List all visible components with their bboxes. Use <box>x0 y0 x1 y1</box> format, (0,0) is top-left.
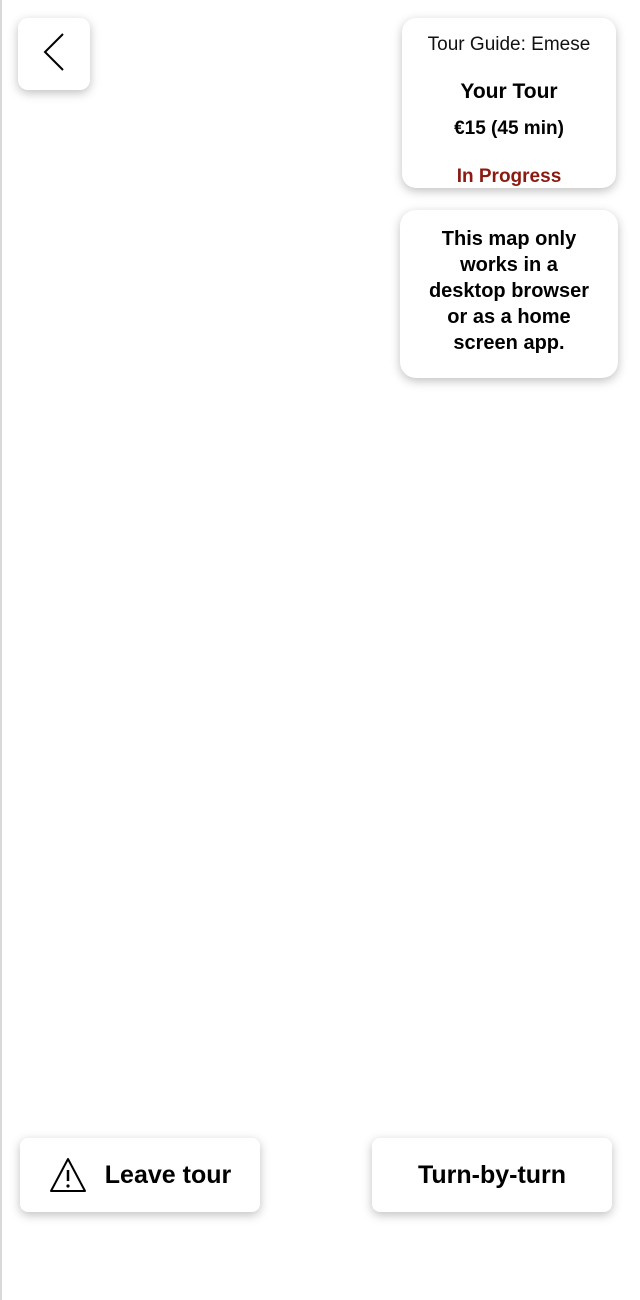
leave-tour-label: Leave tour <box>104 1160 232 1189</box>
notice-line: This map only <box>441 228 577 250</box>
turn-by-turn-button[interactable]: Turn-by-turn <box>372 1138 612 1212</box>
tour-title: Your Tour <box>460 80 558 103</box>
back-button[interactable] <box>18 18 90 90</box>
turn-by-turn-label: Turn-by-turn <box>417 1160 567 1189</box>
tour-price: €15 (45 min) <box>454 118 564 139</box>
notice-line: screen app. <box>453 332 565 354</box>
tour-guide-label: Tour Guide: Emese <box>427 34 591 55</box>
left-edge-divider <box>0 0 2 1300</box>
notice-line: desktop browser <box>428 280 590 302</box>
leave-tour-button[interactable]: Leave tour <box>20 1138 260 1212</box>
chevron-left-icon <box>39 30 69 79</box>
notice-line: or as a home <box>447 306 571 328</box>
notice-line: works in a <box>460 254 558 276</box>
tour-info-card: Tour Guide: Emese Your Tour €15 (45 min)… <box>402 18 616 188</box>
warning-icon <box>49 1157 87 1193</box>
tour-status: In Progress <box>456 166 562 187</box>
map-notice-card: This map only works in a desktop browser… <box>400 210 618 378</box>
